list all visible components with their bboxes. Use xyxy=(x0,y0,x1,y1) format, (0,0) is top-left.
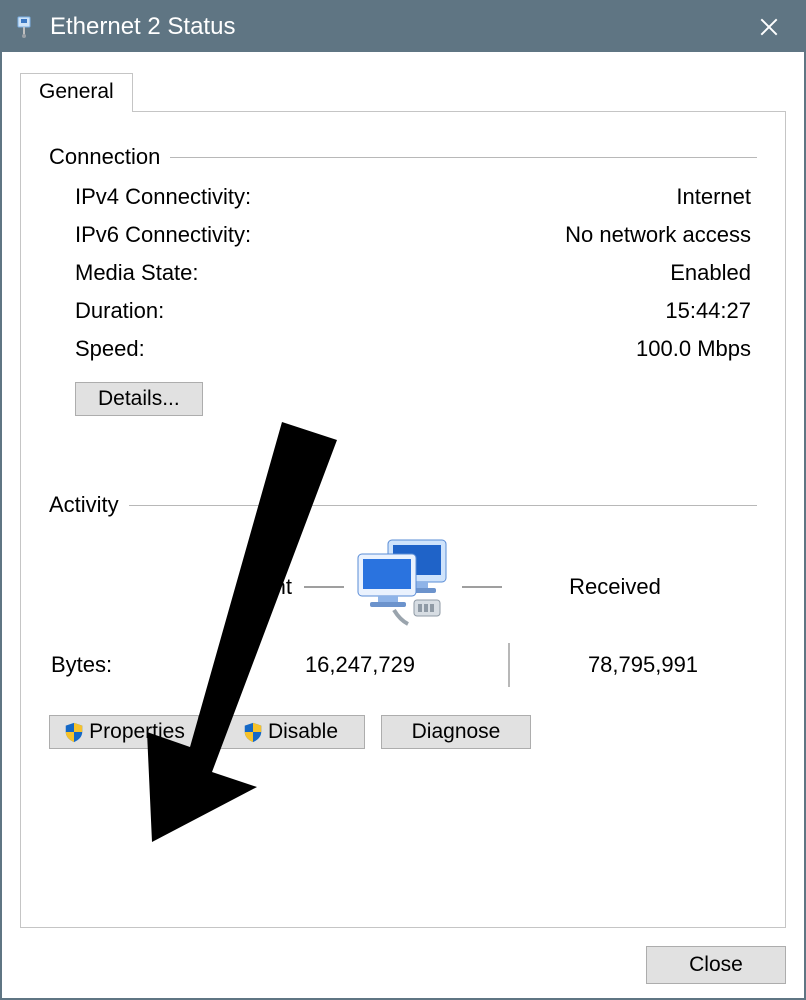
titlebar: Ethernet 2 Status xyxy=(2,2,804,52)
diagnose-button-label: Diagnose xyxy=(412,720,501,744)
separator xyxy=(170,157,757,158)
separator xyxy=(129,505,757,506)
dialog-footer: Close xyxy=(20,928,786,984)
activity-title: Activity xyxy=(49,492,129,518)
close-button[interactable]: Close xyxy=(646,946,786,984)
media-state-value: Enabled xyxy=(670,260,751,286)
shield-icon xyxy=(63,721,85,743)
group-connection: Connection IPv4 Connectivity: Internet I… xyxy=(49,144,757,422)
bytes-row: Bytes: 16,247,729 78,795,991 xyxy=(49,643,757,687)
bytes-label: Bytes: xyxy=(51,652,261,678)
separator xyxy=(304,586,344,588)
row-speed: Speed: 100.0 Mbps xyxy=(49,330,757,368)
ipv4-value: Internet xyxy=(676,184,751,210)
media-state-label: Media State: xyxy=(75,260,199,286)
ethernet-status-window: Ethernet 2 Status General Connection IPv… xyxy=(0,0,806,1000)
network-monitors-icon xyxy=(348,536,458,637)
received-label: Received xyxy=(506,574,716,600)
window-close-button[interactable] xyxy=(734,2,804,52)
row-duration: Duration: 15:44:27 xyxy=(49,292,757,330)
bytes-sent-value: 16,247,729 xyxy=(261,652,489,678)
ipv6-value: No network access xyxy=(565,222,751,248)
disable-button-label: Disable xyxy=(268,720,338,744)
ipv6-label: IPv6 Connectivity: xyxy=(75,222,251,248)
activity-visual: Sent xyxy=(49,536,757,637)
client-area: General Connection IPv4 Connectivity: In… xyxy=(2,52,804,998)
separator xyxy=(462,586,502,588)
ipv4-label: IPv4 Connectivity: xyxy=(75,184,251,210)
properties-button-label: Properties xyxy=(89,720,185,744)
duration-label: Duration: xyxy=(75,298,164,324)
tabstrip: General xyxy=(20,70,786,112)
sent-label: Sent xyxy=(90,574,300,600)
row-ipv4: IPv4 Connectivity: Internet xyxy=(49,178,757,216)
action-bar: Properties Disable Diagno xyxy=(49,715,757,749)
bytes-received-value: 78,795,991 xyxy=(529,652,757,678)
ethernet-icon xyxy=(12,15,36,39)
duration-value: 15:44:27 xyxy=(665,298,751,324)
tab-general[interactable]: General xyxy=(20,73,133,112)
diagnose-button[interactable]: Diagnose xyxy=(381,715,531,749)
connection-title: Connection xyxy=(49,144,170,170)
properties-button[interactable]: Properties xyxy=(49,715,199,749)
row-ipv6: IPv6 Connectivity: No network access xyxy=(49,216,757,254)
details-button[interactable]: Details... xyxy=(75,382,203,416)
shield-icon xyxy=(242,721,264,743)
window-title: Ethernet 2 Status xyxy=(50,13,734,41)
speed-label: Speed: xyxy=(75,336,145,362)
close-icon xyxy=(760,18,778,36)
row-media-state: Media State: Enabled xyxy=(49,254,757,292)
group-activity: Activity Sent xyxy=(49,492,757,749)
tab-page-general: Connection IPv4 Connectivity: Internet I… xyxy=(20,111,786,928)
speed-value: 100.0 Mbps xyxy=(636,336,751,362)
disable-button[interactable]: Disable xyxy=(215,715,365,749)
separator xyxy=(508,643,510,687)
